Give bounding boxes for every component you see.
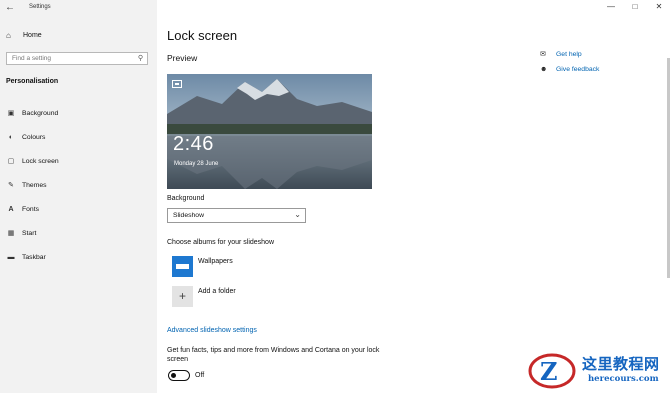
sidebar-item-colours[interactable]: ◐ Colours <box>0 125 157 149</box>
preview-clock: 2:46 <box>173 133 214 155</box>
start-icon: ▦ <box>7 230 15 237</box>
scrollbar[interactable] <box>667 58 670 278</box>
watermark-text: 这里教程网 <box>582 355 660 373</box>
window-controls: — □ ✕ <box>606 2 664 11</box>
sidebar-item-lock-screen[interactable]: ▢ Lock screen <box>0 149 157 173</box>
sidebar-item-label: Lock screen <box>22 157 59 165</box>
give-feedback-label: Give feedback <box>556 66 600 73</box>
search-placeholder: Find a setting <box>12 55 52 62</box>
watermark-url: herecours.com <box>588 374 659 384</box>
sidebar-item-fonts[interactable]: A Fonts <box>0 197 157 221</box>
sidebar-item-taskbar[interactable]: ▬ Taskbar <box>0 245 157 269</box>
feedback-icon: ☻ <box>540 66 548 73</box>
albums-label: Choose albums for your slideshow <box>167 239 274 246</box>
toggle-state-label: Off <box>195 372 205 379</box>
picture-icon: ▣ <box>7 110 15 117</box>
chat-bubble-icon: ✉ <box>540 51 546 58</box>
title-bar: ← Settings <box>0 0 157 16</box>
album-folder-icon <box>172 256 193 277</box>
preview-badge-icon <box>172 80 182 88</box>
advanced-slideshow-link[interactable]: Advanced slideshow settings <box>167 327 257 334</box>
album-name: Wallpapers <box>198 258 233 265</box>
app-title: Settings <box>29 4 51 10</box>
close-icon[interactable]: ✕ <box>654 2 664 11</box>
section-title: Personalisation <box>6 78 59 85</box>
sidebar: ← Settings ⌂ Home Find a setting ⚲ Perso… <box>0 0 157 393</box>
fun-facts-text: Get fun facts, tips and more from Window… <box>167 347 380 363</box>
album-item-wallpapers[interactable]: Wallpapers <box>172 256 372 278</box>
sidebar-item-start[interactable]: ▦ Start <box>0 221 157 245</box>
fun-facts-toggle[interactable] <box>168 370 190 381</box>
lock-screen-preview: 2:46 Monday 28 June <box>167 74 372 189</box>
palette-icon: ◐ <box>8 133 14 141</box>
sidebar-item-label: Start <box>22 229 37 237</box>
taskbar-icon: ▬ <box>7 253 15 261</box>
sidebar-item-themes[interactable]: ✎ Themes <box>0 173 157 197</box>
background-dropdown-value: Slideshow <box>173 212 204 219</box>
get-help-label: Get help <box>556 50 582 58</box>
add-folder-label: Add a folder <box>198 288 236 295</box>
brush-icon: ✎ <box>8 182 14 189</box>
preview-title: Preview <box>167 53 198 63</box>
sidebar-nav: ▣ Background ◐ Colours ▢ Lock screen ✎ T… <box>0 101 157 269</box>
font-icon: A <box>8 205 14 213</box>
lock-screen-icon: ▢ <box>7 158 15 165</box>
preview-date: Monday 28 June <box>174 161 219 167</box>
back-arrow-icon[interactable]: ← <box>4 2 16 14</box>
background-label: Background <box>167 195 205 202</box>
sidebar-item-label: Background <box>22 109 59 117</box>
sidebar-item-background[interactable]: ▣ Background <box>0 101 157 125</box>
give-feedback-link[interactable]: ☻ Give feedback <box>540 66 599 73</box>
svg-text:Z: Z <box>540 357 558 386</box>
plus-icon: + <box>172 286 193 307</box>
home-nav-item[interactable]: ⌂ Home <box>6 29 146 41</box>
background-dropdown[interactable]: Slideshow ⌄ <box>167 208 306 223</box>
sidebar-item-label: Taskbar <box>22 253 46 261</box>
settings-window: ← Settings ⌂ Home Find a setting ⚲ Perso… <box>0 0 672 393</box>
search-input[interactable]: Find a setting ⚲ <box>6 52 148 65</box>
home-label: Home <box>23 31 42 39</box>
sidebar-item-label: Fonts <box>22 205 39 213</box>
minimize-icon[interactable]: — <box>606 2 616 11</box>
sidebar-item-label: Themes <box>22 181 47 189</box>
maximize-icon[interactable]: □ <box>630 2 640 11</box>
home-icon: ⌂ <box>6 30 11 40</box>
page-title: Lock screen <box>167 28 238 43</box>
add-folder-button[interactable]: + Add a folder <box>172 286 372 308</box>
get-help-link[interactable]: ✉ Get help <box>540 50 582 59</box>
chevron-down-icon: ⌄ <box>294 210 301 219</box>
main-content: — □ ✕ Lock screen Preview 2:46 Monday 28… <box>157 0 672 393</box>
search-icon[interactable]: ⚲ <box>138 54 143 62</box>
sidebar-item-label: Colours <box>22 133 46 141</box>
preview-landscape-image <box>167 74 372 189</box>
